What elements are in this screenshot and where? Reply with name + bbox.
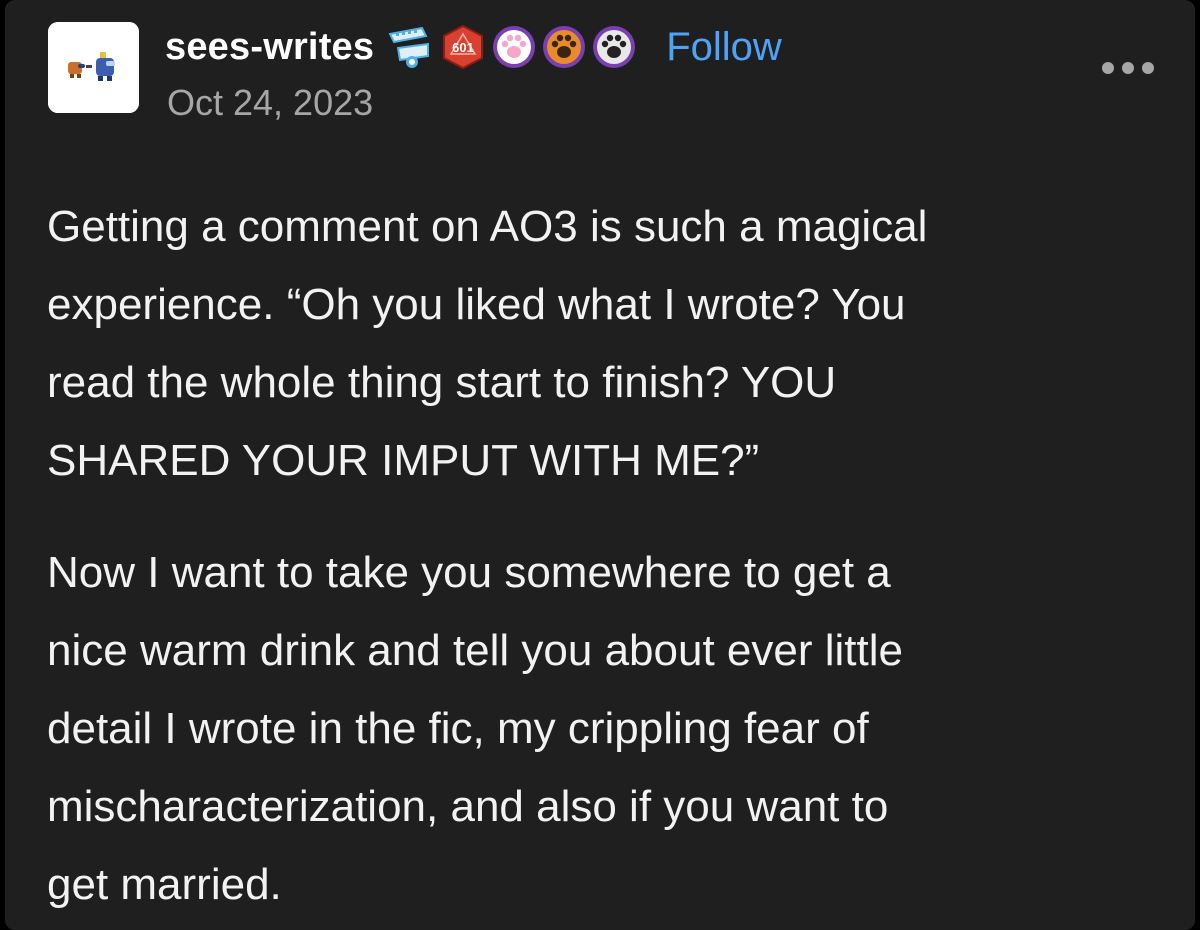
pink-paw-badge-icon[interactable] (492, 25, 536, 69)
post-card: sees-writes 601 Follow Oct 24, 2023 Gett… (5, 0, 1195, 930)
text-line: read the whole thing start to finish? YO… (47, 358, 837, 407)
avatar-image (48, 22, 139, 113)
post-paragraph: Now I want to take you somewhere to get … (47, 534, 1147, 924)
avatar[interactable] (48, 22, 139, 113)
text-line: get married. (47, 860, 282, 909)
ellipsis-dot (1102, 62, 1114, 74)
username-link[interactable]: sees-writes (165, 26, 374, 69)
text-line: SHARED YOUR IMPUT WITH ME?” (47, 436, 760, 485)
text-line: experience. “Oh you liked what I wrote? … (47, 280, 906, 329)
text-line: detail I wrote in the fic, my crippling … (47, 704, 869, 753)
post-header: sees-writes 601 Follow (165, 22, 782, 72)
post-date: Oct 24, 2023 (167, 82, 374, 123)
ellipsis-icon[interactable] (1102, 56, 1154, 80)
black-paw-badge-icon[interactable] (592, 25, 636, 69)
ellipsis-dot (1142, 62, 1154, 74)
badge-row: 601 (384, 24, 642, 70)
dice-badge-text: 601 (452, 40, 474, 55)
post-body: Getting a comment on AO3 is such a magic… (47, 188, 1147, 924)
text-line: Getting a comment on AO3 is such a magic… (47, 202, 928, 251)
ellipsis-dot (1122, 62, 1134, 74)
text-line: Now I want to take you somewhere to get … (47, 548, 891, 597)
orange-paw-badge-icon[interactable] (542, 25, 586, 69)
d20-dice-badge-icon[interactable]: 601 (440, 24, 486, 70)
follow-button[interactable]: Follow (666, 25, 782, 70)
text-line: mischaracterization, and also if you wan… (47, 782, 889, 831)
post-paragraph: Getting a comment on AO3 is such a magic… (47, 188, 1147, 500)
text-line: nice warm drink and tell you about ever … (47, 626, 903, 675)
robot-mouth-badge-icon[interactable] (384, 24, 434, 70)
